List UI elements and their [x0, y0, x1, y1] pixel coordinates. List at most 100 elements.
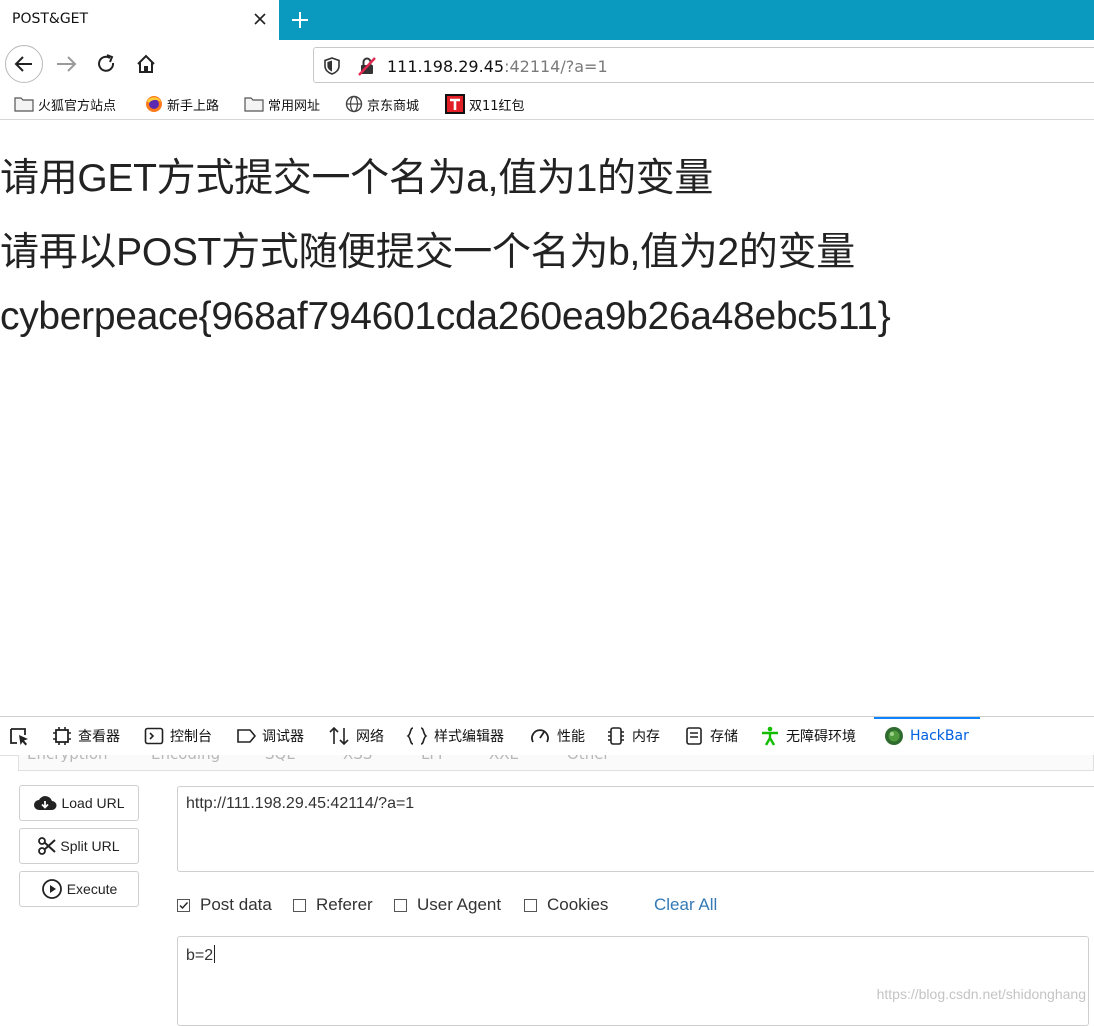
hackbar-menu-lfi[interactable]: LFI — [421, 755, 442, 763]
devtools-tab-inspector[interactable]: 查看器 — [52, 725, 120, 747]
user-agent-checkbox[interactable]: User Agent — [394, 895, 501, 915]
network-icon — [329, 726, 349, 746]
checkbox-label: Cookies — [547, 895, 609, 914]
folder-icon — [244, 97, 264, 112]
hackbar-icon — [885, 727, 903, 745]
home-button[interactable] — [128, 46, 164, 82]
execute-button[interactable]: Execute — [19, 871, 139, 907]
hackbar-menu-encryption[interactable]: Encryption — [27, 755, 108, 763]
devtools-tab-label: 无障碍环境 — [786, 729, 856, 745]
watermark: https://blog.csdn.net/shidonghang — [876, 986, 1086, 1002]
checkbox-label: User Agent — [417, 895, 502, 914]
url-text: 111.198.29.45:42114/?a=1 — [387, 57, 608, 76]
page-content: 请用GET方式提交一个名为a,值为1的变量 请再以POST方式随便提交一个名为b… — [0, 121, 1094, 716]
globe-icon — [345, 95, 363, 113]
devtools-tab-accessibility[interactable]: 无障碍环境 — [760, 725, 856, 747]
tab-title: POST&GET — [12, 11, 89, 27]
devtools-tab-storage[interactable]: 存储 — [684, 725, 738, 747]
scissors-icon — [38, 837, 57, 855]
hackbar-menu-encoding[interactable]: Encoding — [151, 755, 220, 763]
button-label: Split URL — [60, 838, 120, 854]
hackbar-menu-other[interactable]: Other — [567, 755, 610, 763]
devtools-tab-hackbar[interactable]: HackBar — [884, 725, 969, 747]
checkbox-box[interactable] — [524, 898, 537, 912]
devtools-tab-label: 样式编辑器 — [434, 729, 504, 745]
hackbar-url-input[interactable]: http://111.198.29.45:42114/?a=1 — [177, 786, 1094, 872]
load-url-button[interactable]: Load URL — [19, 785, 139, 821]
bookmark-item[interactable]: 京东商城 — [345, 94, 419, 114]
devtools-tab-label: 查看器 — [78, 729, 120, 745]
insecure-lock-icon[interactable] — [356, 55, 378, 77]
cloud-download-icon — [34, 796, 57, 810]
devtools-panel: 查看器 控制台 调试器 网络 样式编辑器 性能 内存 存储 无障碍环境 Hack… — [0, 716, 1094, 1026]
close-icon[interactable] — [250, 9, 270, 29]
hackbar-menu-xxe[interactable]: XXE — [489, 755, 519, 763]
reload-icon — [98, 54, 115, 72]
referer-checkbox[interactable]: Referer — [293, 895, 373, 915]
back-button[interactable] — [5, 45, 43, 83]
folder-icon — [14, 97, 34, 112]
bookmark-item[interactable]: 火狐官方站点 — [14, 94, 116, 114]
post-input-value: b=2 — [186, 947, 214, 964]
reload-button[interactable] — [88, 46, 124, 82]
element-picker-icon[interactable] — [9, 727, 31, 747]
debugger-icon — [237, 729, 256, 743]
checkbox-box[interactable] — [293, 898, 306, 912]
devtools-tab-label: 控制台 — [170, 729, 212, 745]
button-label: Load URL — [61, 795, 125, 811]
console-icon — [144, 727, 164, 745]
play-circle-icon — [41, 879, 62, 899]
storage-icon — [686, 727, 702, 745]
url-host: 111.198.29.45 — [387, 57, 505, 76]
devtools-tab-label: 存储 — [710, 729, 738, 745]
arrow-right-icon — [57, 56, 77, 72]
bookmark-label: 常用网址 — [268, 98, 321, 114]
cookies-checkbox[interactable]: Cookies — [524, 895, 608, 915]
devtools-tab-console[interactable]: 控制台 — [144, 725, 212, 747]
browser-tab[interactable]: POST&GET — [0, 0, 280, 41]
bookmark-label: 双11红包 — [469, 98, 525, 114]
devtools-tab-style-editor[interactable]: 样式编辑器 — [406, 725, 504, 747]
hackbar-menu-sql[interactable]: SQL — [265, 755, 295, 763]
flag-text: cyberpeace{968af794601cda260ea9b26a48ebc… — [0, 295, 891, 338]
forward-button[interactable] — [49, 46, 85, 82]
arrow-left-icon — [14, 56, 32, 72]
checkbox-box[interactable] — [394, 898, 407, 912]
hackbar-menu-xss[interactable]: XSS — [343, 755, 372, 763]
page-text-line: 请再以POST方式随便提交一个名为b,值为2的变量 — [0, 231, 855, 274]
devtools-tab-performance[interactable]: 性能 — [529, 725, 585, 747]
button-label: Execute — [66, 881, 118, 897]
bookmark-label: 火狐官方站点 — [38, 98, 117, 114]
hackbar-post-input[interactable]: b=2 — [177, 936, 1089, 1026]
shield-icon[interactable] — [323, 56, 341, 76]
bookmark-label: 新手上路 — [167, 98, 220, 114]
accessibility-icon — [762, 726, 778, 746]
bookmark-item[interactable]: 常用网址 — [244, 94, 320, 114]
memory-icon — [608, 727, 624, 745]
braces-icon — [406, 727, 428, 745]
page-text-line: 请用GET方式提交一个名为a,值为1的变量 — [0, 157, 714, 200]
post-data-checkbox[interactable]: Post data — [177, 895, 272, 915]
devtools-tab-memory[interactable]: 内存 — [606, 725, 660, 747]
bookmark-item[interactable]: 双11红包 — [445, 94, 525, 114]
checkbox-box[interactable] — [177, 898, 190, 912]
devtools-tab-label: 网络 — [356, 729, 384, 745]
devtools-tab-debugger[interactable]: 调试器 — [236, 725, 304, 747]
address-bar[interactable]: 111.198.29.45:42114/?a=1 — [313, 47, 1094, 83]
hackbar-menu: Encryption Encoding SQL XSS LFI XXE Othe… — [18, 755, 1094, 771]
new-tab-icon[interactable] — [288, 8, 312, 32]
home-icon — [137, 54, 155, 73]
devtools-tab-network[interactable]: 网络 — [328, 725, 384, 747]
devtools-tab-label: 调试器 — [262, 729, 304, 745]
bookmark-label: 京东商城 — [367, 98, 420, 114]
devtools-tab-label: 性能 — [557, 729, 585, 745]
devtools-tab-label: 内存 — [632, 729, 660, 745]
bookmarks-toolbar: 火狐官方站点 新手上路 常用网址 京东商城 双11红包 — [0, 88, 1094, 120]
clear-all-link[interactable]: Clear All — [654, 895, 717, 915]
checkbox-label: Post data — [200, 895, 272, 914]
inspector-icon — [53, 727, 71, 745]
checkbox-label: Referer — [316, 895, 373, 914]
split-url-button[interactable]: Split URL — [19, 828, 139, 864]
bookmark-item[interactable]: 新手上路 — [145, 94, 219, 114]
gauge-icon — [531, 729, 549, 743]
